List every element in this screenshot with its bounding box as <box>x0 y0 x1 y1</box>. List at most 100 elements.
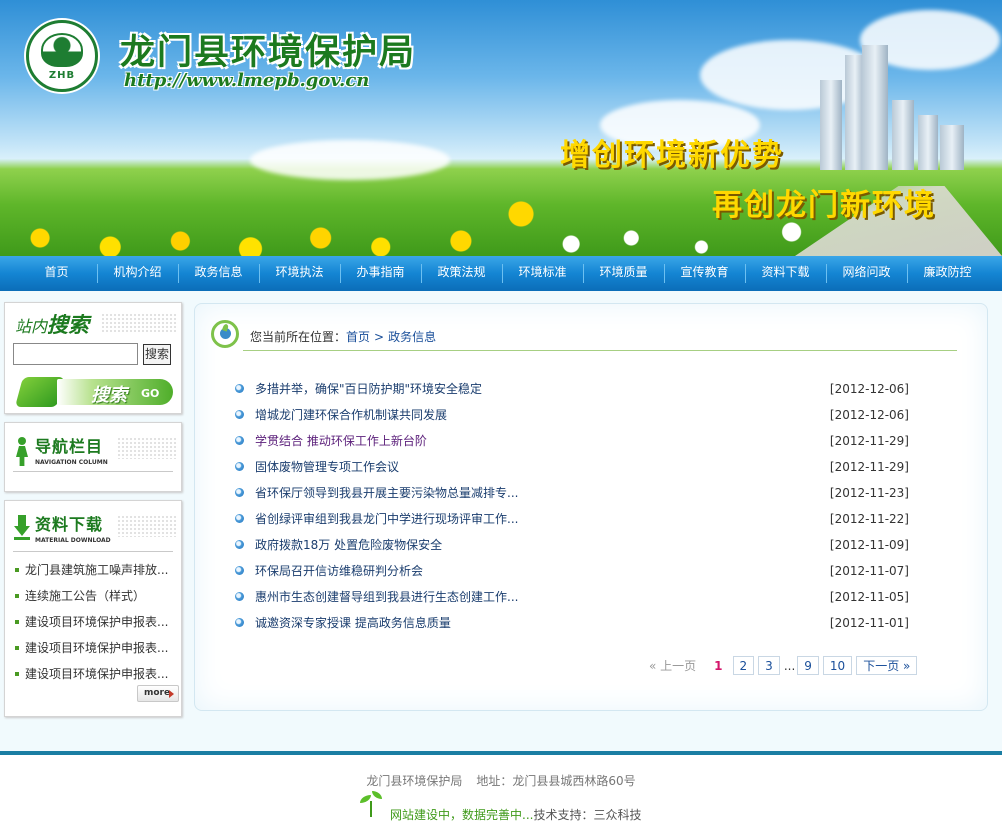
main-content-box: 您当前所在位置：首页 > 政务信息 多措并举，确保"百日防护期"环境安全稳定 [201… <box>194 303 988 711</box>
banner-slogan-1: 增创环境新优势 <box>560 138 784 173</box>
nav-column-subtitle: NAVIGATION COLUMN <box>35 459 108 466</box>
download-list: 龙门县建筑施工噪声排放... 连续施工公告（样式） 建设项目环境保护申报表...… <box>15 559 179 689</box>
bullet-icon <box>235 410 244 419</box>
banner-building <box>820 80 842 170</box>
news-date: [2012-11-09] <box>829 538 909 552</box>
bullet-icon <box>235 566 244 575</box>
navigation-column-panel: 导航栏目 NAVIGATION COLUMN <box>4 422 182 492</box>
breadcrumb-current-link[interactable]: 政务信息 <box>388 330 436 344</box>
news-title-link[interactable]: 诚邀资深专家授课 提高政务信息质量 <box>255 616 451 630</box>
search-panel: 站内搜索 搜索 搜索 GO <box>4 302 182 414</box>
news-title-link[interactable]: 惠州市生态创建督导组到我县进行生态创建工作... <box>255 590 518 604</box>
nav-item-guide[interactable]: 办事指南 <box>340 256 421 291</box>
banner-slogan-2: 再创龙门新环境 <box>712 188 936 223</box>
download-item[interactable]: 建设项目环境保护申报表... <box>15 611 179 637</box>
next-page-button[interactable]: 下一页 » <box>856 656 918 675</box>
news-date: [2012-11-07] <box>829 564 909 578</box>
nav-item-education[interactable]: 宣传教育 <box>664 256 745 291</box>
nav-column-title: 导航栏目 <box>35 437 104 456</box>
download-item[interactable]: 建设项目环境保护申报表... <box>15 637 179 663</box>
divider <box>13 551 173 552</box>
news-title-link[interactable]: 多措并举，确保"百日防护期"环境安全稳定 <box>255 382 482 396</box>
nav-item-integrity[interactable]: 廉政防控 <box>907 256 988 291</box>
go-label: 搜索 <box>91 385 127 406</box>
news-title-link[interactable]: 固体废物管理专项工作会议 <box>255 460 399 474</box>
more-button[interactable]: more <box>137 685 179 702</box>
breadcrumb-divider <box>243 350 957 351</box>
decorative-dots <box>117 515 177 537</box>
download-item[interactable]: 龙门县建筑施工噪声排放... <box>15 559 179 585</box>
decorative-dots <box>117 437 177 459</box>
breadcrumb-home-link[interactable]: 首页 <box>346 330 370 344</box>
breadcrumb-prefix: 您当前所在位置： <box>250 330 347 344</box>
nav-item-quality[interactable]: 环境质量 <box>583 256 664 291</box>
material-download-panel: 资料下载 MATERIAL DOWNLOAD 龙门县建筑施工噪声排放... 连续… <box>4 500 182 717</box>
search-button[interactable]: 搜索 <box>143 344 171 365</box>
bullet-icon <box>235 462 244 471</box>
news-item: 增城龙门建环保合作机制谋共同发展 [2012-12-06] <box>233 403 909 429</box>
news-item: 环保局召开信访维稳研判分析会 [2012-11-07] <box>233 559 909 585</box>
divider <box>13 471 173 472</box>
banner-building <box>862 45 888 170</box>
news-item: 诚邀资深专家授课 提高政务信息质量 [2012-11-01] <box>233 611 909 637</box>
bullet-icon <box>235 384 244 393</box>
news-item: 政府拨款18万 处置危险废物保安全 [2012-11-09] <box>233 533 909 559</box>
bullet-icon <box>235 592 244 601</box>
banner-building <box>918 115 938 170</box>
search-go-button[interactable]: 搜索 GO <box>14 375 175 409</box>
main-nav: 首页 机构介绍 政务信息 环境执法 办事指南 政策法规 环境标准 环境质量 宣传… <box>0 256 1002 291</box>
nav-item-gov-info[interactable]: 政务信息 <box>178 256 259 291</box>
news-item: 省环保厅领导到我县开展主要污染物总量减排专... [2012-11-23] <box>233 481 909 507</box>
news-list: 多措并举，确保"百日防护期"环境安全稳定 [2012-12-06] 增城龙门建环保… <box>233 377 909 637</box>
nav-item-standards[interactable]: 环境标准 <box>502 256 583 291</box>
nav-item-regulations[interactable]: 政策法规 <box>421 256 502 291</box>
header-banner: ZHB 龙门县环境保护局 http://www.lmepb.gov.cn 增创环… <box>0 0 1002 256</box>
news-item: 固体废物管理专项工作会议 [2012-11-29] <box>233 455 909 481</box>
page-link-9[interactable]: 9 <box>797 656 819 675</box>
site-logo[interactable]: ZHB <box>26 20 98 92</box>
news-title-link[interactable]: 政府拨款18万 处置危险废物保安全 <box>255 538 442 552</box>
news-title-link[interactable]: 省环保厅领导到我县开展主要污染物总量减排专... <box>255 486 518 500</box>
footer-construction-notice: 网站建设中，数据完善中... <box>390 808 534 822</box>
breadcrumb: 您当前所在位置：首页 > 政务信息 <box>250 328 436 345</box>
page-link-10[interactable]: 10 <box>822 656 853 675</box>
download-panel-subtitle: MATERIAL DOWNLOAD <box>35 537 111 544</box>
bullet-icon <box>235 436 244 445</box>
news-item: 多措并举，确保"百日防护期"环境安全稳定 [2012-12-06] <box>233 377 909 403</box>
news-title-link[interactable]: 学贯结合 推动环保工作上新台阶 <box>255 434 427 448</box>
download-icon <box>14 515 30 541</box>
prev-page-button[interactable]: « 上一页 <box>649 657 696 674</box>
nav-item-enforcement[interactable]: 环境执法 <box>259 256 340 291</box>
page-link-3[interactable]: 3 <box>758 656 780 675</box>
bullet-icon <box>235 540 244 549</box>
pagination: « 上一页 1 2 3 ... 9 10 下一页 » <box>649 656 918 675</box>
person-icon <box>15 437 29 467</box>
logo-text: ZHB <box>48 70 76 81</box>
news-title-link[interactable]: 省创绿评审组到我县龙门中学进行现场评审工作... <box>255 512 518 526</box>
news-date: [2012-11-23] <box>829 486 909 500</box>
search-title-small: 站内 <box>15 317 48 336</box>
bullet-icon <box>235 488 244 497</box>
download-item[interactable]: 连续施工公告（样式） <box>15 585 179 611</box>
news-title-link[interactable]: 环保局召开信访维稳研判分析会 <box>255 564 423 578</box>
bullet-icon <box>235 514 244 523</box>
footer-notice: 网站建设中，数据完善中...技术支持：三众科技 <box>390 806 641 823</box>
location-icon <box>211 320 239 348</box>
news-title-link[interactable]: 增城龙门建环保合作机制谋共同发展 <box>255 408 447 422</box>
nav-item-online-inquiry[interactable]: 网络问政 <box>826 256 907 291</box>
footer-tech-support: 技术支持：三众科技 <box>533 808 642 822</box>
footer-address: 地址：龙门县县城西林路60号 <box>476 774 636 788</box>
search-input[interactable] <box>13 343 138 365</box>
banner-cloud <box>250 140 450 180</box>
nav-item-downloads[interactable]: 资料下载 <box>745 256 826 291</box>
nav-item-home[interactable]: 首页 <box>16 256 97 291</box>
search-panel-title: 站内搜索 <box>15 309 89 339</box>
logo-emblem-icon <box>41 33 83 67</box>
banner-building <box>892 100 914 170</box>
nav-item-about[interactable]: 机构介绍 <box>97 256 178 291</box>
banner-building <box>940 125 964 170</box>
site-url: http://www.lmepb.gov.cn <box>124 70 370 91</box>
news-date: [2012-11-29] <box>829 434 909 448</box>
page-link-2[interactable]: 2 <box>732 656 755 675</box>
sprout-icon <box>360 791 382 817</box>
